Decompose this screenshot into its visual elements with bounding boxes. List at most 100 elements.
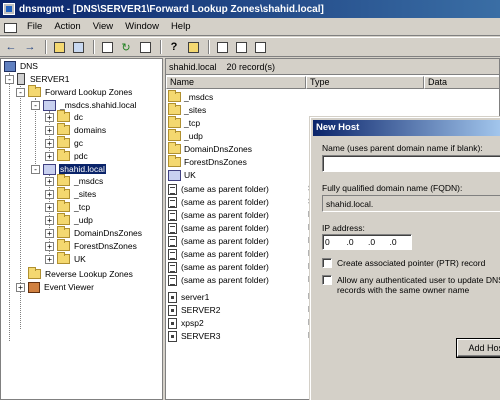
- list-item[interactable]: _sites: [168, 103, 206, 116]
- ip-octet[interactable]: .0: [368, 237, 390, 247]
- back-arrow-icon[interactable]: ←: [3, 39, 19, 55]
- tree-item-msdcs-zone[interactable]: - _msdcs.shahid.local: [31, 99, 138, 111]
- help-icon[interactable]: ?: [166, 39, 182, 55]
- table-row[interactable]: SERVER2: [168, 304, 221, 316]
- list-item[interactable]: _tcp: [168, 116, 200, 129]
- table-row[interactable]: (same as parent folder): [168, 196, 269, 208]
- tree-item-shahid-child[interactable]: + UK: [45, 252, 87, 265]
- record-icon: [168, 183, 177, 195]
- table-row[interactable]: (same as parent folder): [168, 248, 269, 260]
- tree-item-server[interactable]: - SERVER1: [5, 73, 71, 85]
- list-item[interactable]: _msdcs: [168, 90, 213, 103]
- properties-icon[interactable]: [99, 39, 115, 55]
- tree-item-shahid-child[interactable]: + DomainDnsZones: [45, 226, 143, 239]
- expand-icon[interactable]: +: [45, 176, 54, 186]
- folder-icon: [168, 142, 181, 154]
- table-row[interactable]: (same as parent folder): [168, 261, 269, 273]
- list-item[interactable]: _udp: [168, 129, 203, 142]
- tree-item-reverse-zones[interactable]: Reverse Lookup Zones: [16, 267, 134, 280]
- table-row[interactable]: (same as parent folder): [168, 222, 269, 234]
- list-item[interactable]: UK: [168, 169, 196, 181]
- folder-icon: [57, 213, 70, 225]
- menu-window[interactable]: Window: [119, 21, 165, 32]
- tree-item-shahid-child[interactable]: + _sites: [45, 187, 97, 200]
- tree-item-forward-zones[interactable]: - Forward Lookup Zones: [16, 85, 133, 98]
- record-name: (same as parent folder): [181, 197, 269, 207]
- expand-icon[interactable]: +: [45, 112, 54, 122]
- record-icon[interactable]: [252, 39, 268, 55]
- ip-address-input[interactable]: 0 .0 .0 .0: [322, 234, 412, 250]
- export-list-icon[interactable]: [137, 39, 153, 55]
- column-header-data[interactable]: Data: [424, 76, 499, 89]
- expand-icon[interactable]: +: [45, 138, 54, 148]
- up-level-icon[interactable]: [51, 39, 67, 55]
- expand-icon[interactable]: +: [45, 151, 54, 161]
- add-host-button[interactable]: Add Host: [457, 339, 500, 357]
- ptr-record-checkbox[interactable]: [322, 258, 332, 268]
- menu-file[interactable]: File: [21, 21, 48, 32]
- table-row[interactable]: xpsp2: [168, 317, 204, 329]
- ip-octet[interactable]: 0: [325, 237, 347, 247]
- collapse-icon[interactable]: -: [5, 74, 14, 84]
- table-row[interactable]: SERVER3: [168, 330, 221, 342]
- tree-label: _msdcs.shahid.local: [60, 100, 137, 110]
- record-name: (same as parent folder): [181, 275, 269, 285]
- collapse-icon[interactable]: -: [16, 87, 25, 97]
- allow-update-checkbox[interactable]: [322, 275, 332, 285]
- record-icon: [168, 235, 177, 247]
- ptr-record-label: Create associated pointer (PTR) record: [337, 258, 486, 268]
- table-row[interactable]: (same as parent folder): [168, 209, 269, 221]
- refresh-icon[interactable]: ↻: [118, 39, 134, 55]
- menu-view[interactable]: View: [87, 21, 119, 32]
- folder-icon: [168, 103, 181, 115]
- tree-item-dns[interactable]: DNS: [4, 60, 39, 72]
- expand-icon[interactable]: +: [45, 241, 54, 251]
- console-tree[interactable]: DNS - SERVER1 - Forward Lookup Zones - _…: [0, 58, 163, 400]
- tree-item-msdcs-child[interactable]: + gc: [45, 136, 84, 149]
- list-item[interactable]: ForestDnsZones: [168, 155, 247, 168]
- host-record-icon: [168, 291, 177, 303]
- record-name: (same as parent folder): [181, 236, 269, 246]
- tree-item-shahid-zone[interactable]: - shahid.local: [31, 163, 106, 175]
- expand-icon[interactable]: +: [45, 228, 54, 238]
- zone-icon: [43, 99, 56, 111]
- collapse-icon[interactable]: -: [31, 100, 40, 110]
- expand-icon[interactable]: +: [45, 254, 54, 264]
- forward-arrow-icon[interactable]: →: [22, 39, 38, 55]
- tree-item-msdcs-child[interactable]: + pdc: [45, 149, 89, 162]
- expand-icon[interactable]: +: [45, 202, 54, 212]
- results-header: shahid.local 20 record(s): [166, 59, 499, 75]
- expand-icon[interactable]: +: [45, 125, 54, 135]
- column-header-type[interactable]: Type: [306, 76, 424, 89]
- tree-item-shahid-child[interactable]: + _tcp: [45, 200, 91, 213]
- table-row[interactable]: (same as parent folder): [168, 235, 269, 247]
- server-icon[interactable]: [214, 39, 230, 55]
- collapse-icon[interactable]: -: [31, 164, 40, 174]
- expand-icon[interactable]: +: [16, 282, 25, 292]
- list-item[interactable]: DomainDnsZones: [168, 142, 252, 155]
- tree-item-msdcs-child[interactable]: + domains: [45, 123, 107, 136]
- menu-action[interactable]: Action: [48, 21, 86, 32]
- table-row[interactable]: (same as parent folder): [168, 183, 269, 195]
- title-bar[interactable]: dnsmgmt - [DNS\SERVER1\Forward Lookup Zo…: [0, 0, 500, 18]
- show-hide-tree-icon[interactable]: [70, 39, 86, 55]
- tree-item-shahid-child[interactable]: + ForestDnsZones: [45, 239, 138, 252]
- dialog-title[interactable]: New Host: [313, 120, 500, 136]
- console-help-icon[interactable]: [185, 39, 201, 55]
- ip-octet[interactable]: .0: [390, 237, 412, 247]
- expand-icon[interactable]: +: [45, 189, 54, 199]
- console-icon[interactable]: [3, 21, 17, 33]
- expand-icon[interactable]: +: [45, 215, 54, 225]
- table-row[interactable]: server1: [168, 291, 209, 303]
- column-header-name[interactable]: Name: [166, 76, 306, 89]
- host-name-input[interactable]: [322, 155, 500, 172]
- tree-item-event-viewer[interactable]: + Event Viewer: [16, 281, 95, 293]
- tree-item-shahid-child[interactable]: + _msdcs: [45, 174, 104, 187]
- tree-item-msdcs-child[interactable]: + dc: [45, 110, 84, 123]
- ip-octet[interactable]: .0: [347, 237, 369, 247]
- table-row[interactable]: (same as parent folder): [168, 274, 269, 286]
- fqdn-field: shahid.local.: [322, 195, 500, 212]
- menu-help[interactable]: Help: [165, 21, 197, 32]
- tree-item-shahid-child[interactable]: + _udp: [45, 213, 94, 226]
- zone-icon[interactable]: [233, 39, 249, 55]
